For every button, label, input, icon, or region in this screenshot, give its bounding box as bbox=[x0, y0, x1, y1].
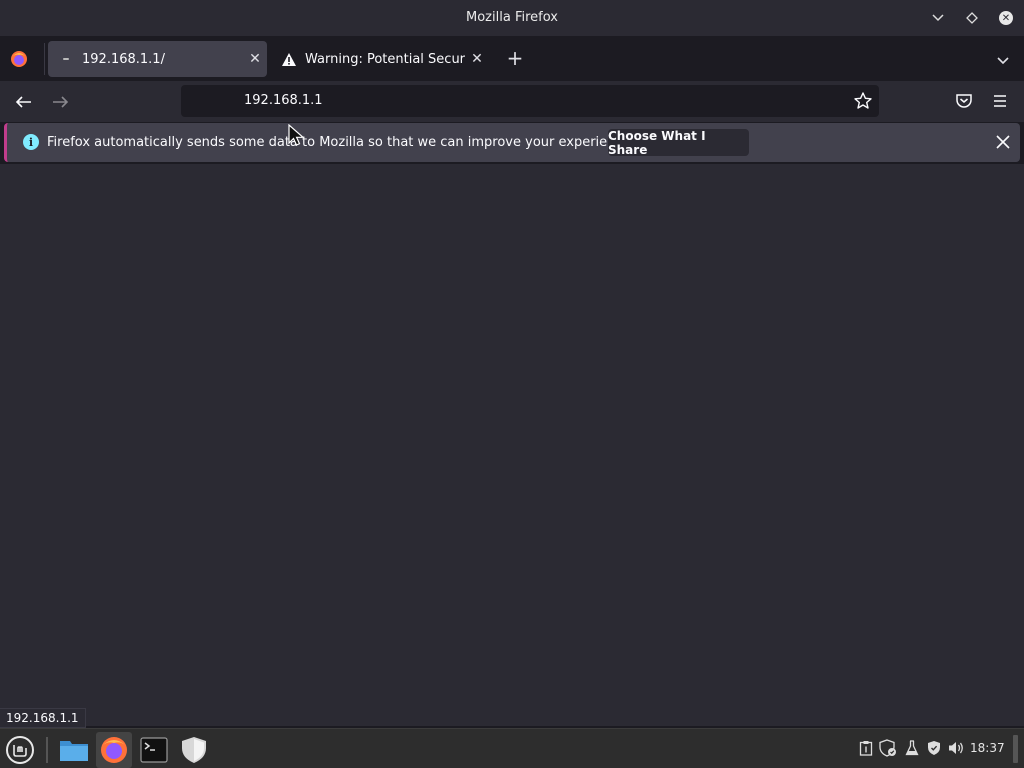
tab-close-icon[interactable]: ✕ bbox=[243, 51, 267, 67]
tab-bar: 192.168.1.1/ ✕ Warning: Potential Securi… bbox=[0, 37, 1024, 81]
status-link-preview: 192.168.1.1 bbox=[0, 708, 86, 728]
window-maximize-button[interactable] bbox=[963, 9, 981, 27]
forward-button[interactable] bbox=[47, 89, 73, 115]
mouse-cursor-icon bbox=[288, 124, 305, 146]
system-taskbar: 18:37 bbox=[0, 728, 1024, 768]
linux-mint-icon bbox=[6, 736, 34, 764]
arrow-left-icon bbox=[15, 96, 31, 108]
security-app-launcher[interactable] bbox=[176, 732, 212, 768]
terminal-launcher[interactable] bbox=[136, 732, 172, 768]
show-desktop-button[interactable] bbox=[1013, 735, 1018, 763]
tab-warning[interactable]: Warning: Potential Security ✕ bbox=[271, 41, 489, 77]
close-icon[interactable] bbox=[992, 131, 1014, 153]
bookmark-star-icon[interactable] bbox=[853, 91, 873, 111]
chevron-down-icon bbox=[932, 14, 944, 22]
window-minimize-button[interactable] bbox=[929, 9, 947, 27]
close-circle-icon: ✕ bbox=[999, 11, 1013, 25]
tab-close-icon[interactable]: ✕ bbox=[465, 51, 489, 67]
files-launcher[interactable] bbox=[56, 732, 92, 768]
clipboard-icon[interactable] bbox=[857, 739, 875, 757]
back-button[interactable] bbox=[11, 89, 37, 115]
flask-icon[interactable] bbox=[903, 739, 921, 757]
firefox-icon[interactable] bbox=[10, 50, 28, 68]
warning-icon bbox=[281, 52, 297, 67]
firefox-launcher[interactable] bbox=[96, 732, 132, 768]
menu-icon[interactable] bbox=[989, 90, 1011, 112]
volume-icon[interactable] bbox=[947, 739, 965, 757]
terminal-icon bbox=[140, 737, 168, 763]
window-title: Mozilla Firefox bbox=[466, 10, 558, 25]
shield-icon bbox=[182, 737, 206, 763]
clock[interactable]: 18:37 bbox=[970, 741, 1005, 755]
tab-active[interactable]: 192.168.1.1/ ✕ bbox=[48, 41, 267, 77]
diamond-icon bbox=[966, 12, 978, 24]
folder-icon bbox=[60, 741, 88, 761]
navigation-toolbar: 192.168.1.1 bbox=[0, 81, 1024, 122]
tab-label: 192.168.1.1/ bbox=[82, 51, 165, 67]
dot-icon bbox=[58, 57, 74, 61]
pocket-icon[interactable] bbox=[953, 90, 975, 112]
arrow-right-icon bbox=[53, 96, 69, 108]
data-sharing-notification: i Firefox automatically sends some data … bbox=[4, 123, 1020, 162]
new-tab-button[interactable]: + bbox=[503, 47, 527, 71]
page-content[interactable] bbox=[0, 164, 1024, 726]
window-titlebar: Mozilla Firefox ✕ bbox=[0, 0, 1024, 37]
info-icon: i bbox=[23, 134, 39, 150]
tab-separator bbox=[44, 43, 45, 75]
address-bar[interactable]: 192.168.1.1 bbox=[181, 85, 879, 117]
shield-icon[interactable] bbox=[925, 739, 943, 757]
url-text[interactable]: 192.168.1.1 bbox=[244, 93, 323, 108]
start-menu-button[interactable] bbox=[2, 732, 38, 768]
window-close-button[interactable]: ✕ bbox=[997, 9, 1015, 27]
chevron-down-icon[interactable] bbox=[993, 50, 1013, 70]
tab-label: Warning: Potential Security bbox=[305, 51, 465, 67]
firefox-icon bbox=[101, 737, 127, 763]
update-manager-icon[interactable] bbox=[879, 739, 897, 757]
taskbar-separator bbox=[46, 737, 48, 763]
choose-what-i-share-button[interactable]: Choose What I Share bbox=[608, 129, 749, 157]
notification-message: Firefox automatically sends some data to… bbox=[47, 135, 635, 150]
